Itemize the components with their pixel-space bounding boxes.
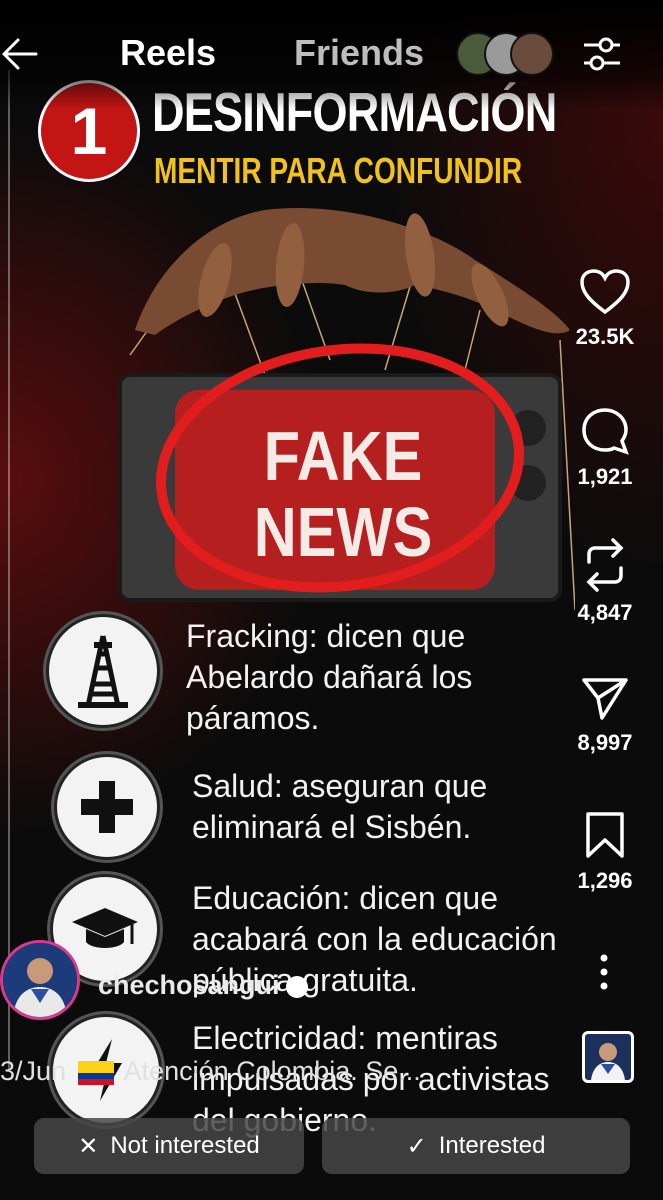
not-interested-button[interactable]: ✕ Not interested	[34, 1118, 304, 1174]
post-caption[interactable]: 3/Jun Atención Colombia. Se...	[0, 1056, 421, 1087]
author-avatar[interactable]	[0, 940, 80, 1020]
caption-text: Atención Colombia. Se...	[123, 1056, 421, 1086]
colombia-flag-icon	[77, 1060, 114, 1085]
save-action[interactable]: 1,296	[560, 810, 650, 894]
likes-count: 23.5K	[575, 324, 635, 349]
checkmark-icon: ✓	[406, 1132, 427, 1160]
not-interested-label: Not interested	[110, 1132, 260, 1159]
filter-sliders-icon[interactable]	[580, 32, 624, 76]
more-options-icon[interactable]	[590, 952, 618, 992]
username-text: chechosangui	[98, 970, 280, 1000]
close-icon: ✕	[78, 1132, 99, 1160]
share-action[interactable]: 8,997	[560, 676, 650, 756]
heart-icon	[580, 269, 630, 315]
caption-date: 3/Jun	[0, 1056, 67, 1086]
comment-bubble-icon	[582, 408, 629, 455]
repost-action[interactable]: 4,847	[560, 538, 650, 626]
send-paper-plane-icon	[582, 678, 628, 720]
bookmark-icon	[586, 812, 624, 858]
oil-rig-icon	[46, 614, 160, 728]
item-text: Fracking: dicen que Abelardo dañará los …	[186, 618, 473, 736]
shares-count: 8,997	[577, 730, 633, 755]
tab-friends[interactable]: Friends	[294, 32, 424, 74]
reposts-count: 4,847	[577, 600, 633, 625]
interested-label: Interested	[438, 1132, 546, 1159]
back-arrow-icon[interactable]	[0, 34, 40, 74]
tab-reels[interactable]: Reels	[120, 32, 216, 74]
author-username[interactable]: chechosangui	[98, 970, 308, 1001]
item-text: Salud: aseguran que eliminará el Sisbén.	[192, 768, 488, 845]
interested-button[interactable]: ✓ Interested	[322, 1118, 630, 1174]
fake-news-text: FAKE NEWS	[253, 417, 433, 571]
like-action[interactable]: 23.5K	[560, 268, 650, 350]
friends-avatars[interactable]	[456, 32, 554, 76]
left-edge-line	[8, 70, 10, 1070]
comments-count: 1,921	[577, 464, 633, 489]
repost-icon	[586, 538, 624, 592]
friend-avatar	[510, 32, 554, 76]
medical-cross-icon	[54, 754, 160, 860]
comment-action[interactable]: 1,921	[560, 406, 650, 490]
saves-count: 1,296	[577, 868, 633, 893]
verified-badge-icon	[285, 975, 308, 998]
audio-thumbnail[interactable]	[582, 1031, 634, 1083]
post-subheadline: MENTIR PARA CONFUNDIR	[154, 150, 523, 191]
